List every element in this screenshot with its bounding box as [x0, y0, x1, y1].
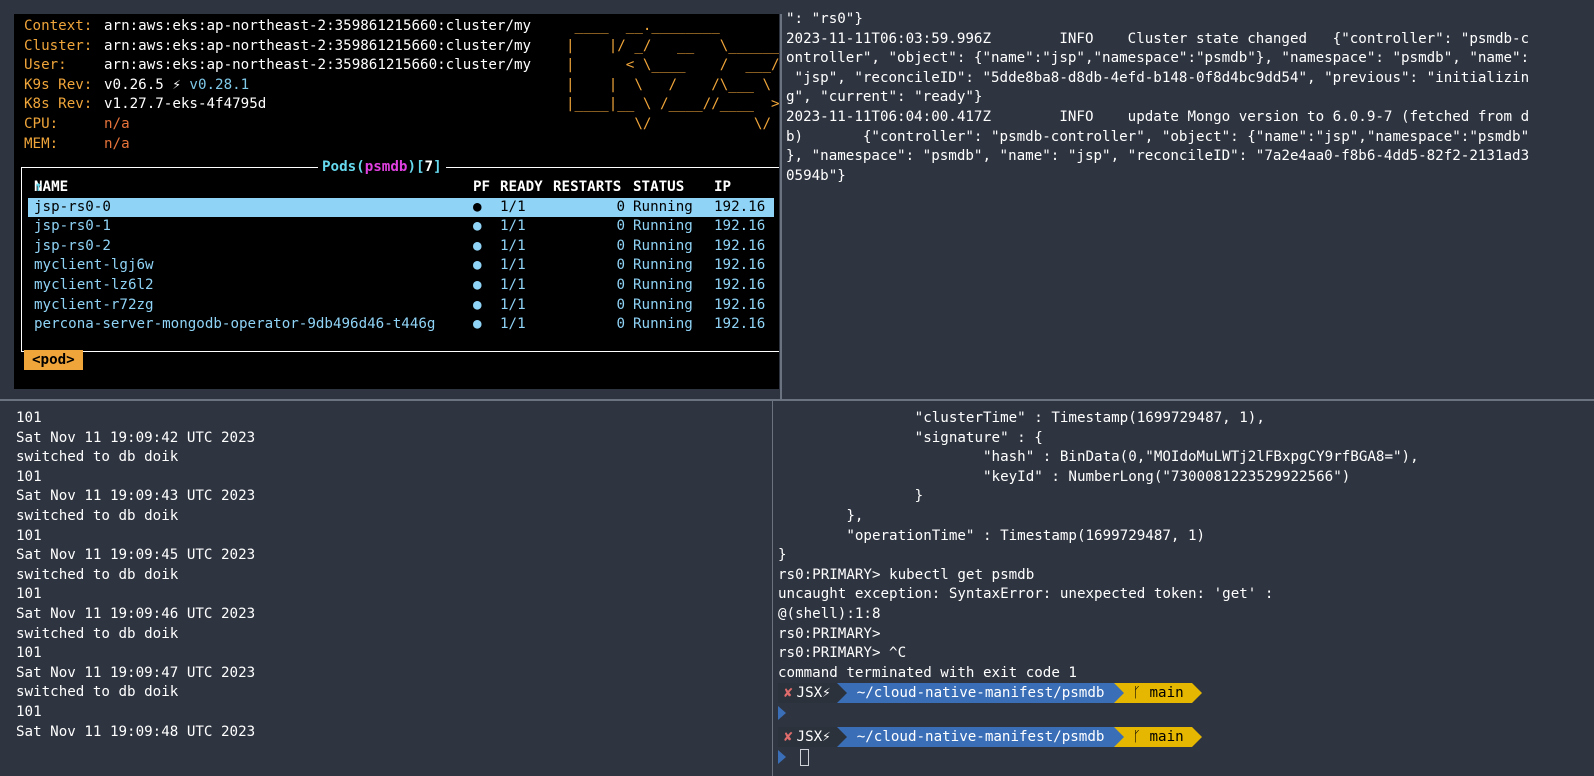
output-line: @(shell):1:8 [778, 605, 881, 622]
output-line: 101 [16, 586, 42, 603]
col-status-header[interactable]: STATUS [633, 178, 684, 198]
output-line: Sat Nov 11 19:09:46 UTC 2023 [16, 605, 256, 622]
git-branch-icon: ᚴ [1132, 685, 1141, 702]
output-line: switched to db doik [16, 449, 179, 466]
table-row[interactable]: myclient-r72zg ● 1/1 0 Running 192.16 [28, 296, 774, 316]
error-status-icon: ✘ [778, 683, 797, 704]
log-line: 2023-11-11T06:04:00.417Z INFO update Mon… [786, 108, 1530, 125]
col-restarts-header[interactable]: RESTARTS [553, 178, 625, 198]
col-ip-header[interactable]: IP [714, 178, 731, 198]
prompt-user: JSX⚡ [796, 727, 837, 748]
shell-prompt: ✘ JSX⚡ ~/cloud-native-manifest/psmdb ᚴ m… [778, 727, 1578, 748]
prompt-git-branch: ᚴ main [1124, 727, 1192, 748]
context-row: Context: arn:aws:eks:ap-northeast-2:35986… [24, 18, 532, 34]
prompt-user: JSX⚡ [796, 683, 837, 704]
prompt-continuation [778, 703, 1578, 723]
sort-asc-icon: ↑ [34, 179, 43, 195]
output-line: "hash" : BinData(0,"MOIdoMuLWTj2lFBxpgCY… [778, 449, 1419, 466]
powerline-separator-icon [1191, 683, 1202, 704]
table-row[interactable]: jsp-rs0-2 ● 1/1 0 Running 192.16 [28, 237, 774, 257]
output-line: rs0:PRIMARY> [778, 625, 881, 642]
output-line: switched to db doik [16, 684, 179, 701]
output-line: rs0:PRIMARY> kubectl get psmdb [778, 566, 1035, 583]
k9s-logo: ____ __.________ | |/ _/ __ \______ | < … [566, 18, 779, 132]
output-line: Sat Nov 11 19:09:47 UTC 2023 [16, 664, 256, 681]
table-row[interactable]: percona-server-mongodb-operator-9db496d4… [28, 315, 774, 335]
k9s-pane[interactable]: Context: arn:aws:eks:ap-northeast-2:35986… [14, 14, 779, 389]
pane-divider-vertical-bottom[interactable] [772, 401, 773, 776]
cluster-row: Cluster: arn:aws:eks:ap-northeast-2:35986… [24, 37, 532, 54]
powerline-separator-icon [836, 683, 847, 704]
log-line: 0594b"} [786, 167, 846, 184]
k9s-header: Context: arn:aws:eks:ap-northeast-2:35986… [24, 17, 531, 154]
shell-prompt: ✘ JSX⚡ ~/cloud-native-manifest/psmdb ᚴ m… [778, 683, 1578, 704]
log-line: ontroller", "object": {"name":"jsp","nam… [786, 50, 1530, 67]
output-line: switched to db doik [16, 566, 179, 583]
output-line: }, [778, 507, 864, 524]
log-line: g", "current": "ready"} [786, 89, 983, 106]
output-line: "keyId" : NumberLong("730008122352992256… [778, 468, 1351, 485]
output-line: Sat Nov 11 19:09:42 UTC 2023 [16, 429, 256, 446]
output-line: Sat Nov 11 19:09:43 UTC 2023 [16, 488, 256, 505]
output-line: "signature" : { [778, 429, 1043, 446]
cpu-row: CPU: n/a [24, 115, 130, 132]
output-line: "clusterTime" : Timestamp(1699729487, 1)… [778, 410, 1265, 426]
k8s-rev-row: K8s Rev: v1.27.7-eks-4f4795d [24, 96, 267, 113]
prompt-input-line[interactable] [778, 747, 1578, 767]
log-line: "jsp", "reconcileID": "5dde8ba8-d8db-4ef… [786, 69, 1530, 86]
table-row[interactable]: myclient-lgj6w ● 1/1 0 Running 192.16 [28, 256, 774, 276]
log-line: 2023-11-11T06:03:59.996Z INFO Cluster st… [786, 30, 1530, 47]
prompt-path: ~/cloud-native-manifest/psmdb [846, 727, 1115, 748]
prompt-arrow-icon [778, 750, 786, 765]
powerline-separator-icon [1191, 727, 1202, 748]
powerline-separator-icon [1114, 683, 1125, 704]
breadcrumb[interactable]: <pod> [24, 350, 83, 370]
output-line: command terminated with exit code 1 [778, 664, 1077, 681]
output-line: 101 [16, 645, 42, 662]
log-line: }, "namespace": "psmdb", "name": "jsp", … [786, 148, 1530, 165]
output-line: 101 [16, 527, 42, 544]
terminal-cursor[interactable] [800, 748, 809, 766]
output-line: Sat Nov 11 19:09:45 UTC 2023 [16, 547, 256, 564]
col-pf-header[interactable]: PF [473, 178, 490, 198]
output-line: uncaught exception: SyntaxError: unexpec… [778, 586, 1274, 603]
prompt-path: ~/cloud-native-manifest/psmdb [846, 683, 1115, 704]
output-line: 101 [16, 410, 42, 426]
col-ready-header[interactable]: READY [500, 178, 543, 198]
output-line: 101 [16, 703, 42, 720]
operator-log-pane[interactable]: ": "rs0"} 2023-11-11T06:03:59.996Z INFO … [786, 10, 1566, 395]
git-branch-icon: ᚴ [1132, 729, 1141, 746]
output-line: "operationTime" : Timestamp(1699729487, … [778, 527, 1206, 544]
prompt-git-branch: ᚴ main [1124, 683, 1192, 704]
output-line: } [778, 488, 924, 505]
output-line: rs0:PRIMARY> ^C [778, 645, 907, 662]
log-line: b) {"controller": "psmdb-controller", "o… [786, 128, 1530, 145]
powerline-separator-icon [1114, 727, 1125, 748]
error-status-icon: ✘ [778, 727, 797, 748]
table-row[interactable]: myclient-lz6l2 ● 1/1 0 Running 192.16 [28, 276, 774, 296]
output-line: 101 [16, 468, 42, 485]
user-row: User: arn:aws:eks:ap-northeast-2:35986121… [24, 57, 532, 74]
watch-output-pane[interactable]: 101 Sat Nov 11 19:09:42 UTC 2023 switche… [16, 409, 766, 776]
output-line: switched to db doik [16, 625, 179, 642]
table-row[interactable]: jsp-rs0-1 ● 1/1 0 Running 192.16 [28, 217, 774, 237]
output-line: Sat Nov 11 19:09:48 UTC 2023 [16, 723, 256, 740]
pane-divider-vertical-top[interactable] [780, 14, 782, 399]
output-line: switched to db doik [16, 507, 179, 524]
k9s-rev-row: K9s Rev: v0.26.5 ⚡ v0.28.1 [24, 76, 250, 93]
pane-divider-horizontal[interactable] [0, 399, 1594, 401]
pods-table[interactable]: Pods(psmdb)[7] NAME ↑ PF READY RESTARTS S… [21, 157, 779, 352]
pods-title: Pods(psmdb)[7] [318, 157, 446, 177]
table-header: NAME ↑ PF READY RESTARTS STATUS IP [28, 178, 774, 198]
powerline-separator-icon [836, 727, 847, 748]
mongo-shell-pane[interactable]: "clusterTime" : Timestamp(1699729487, 1)… [778, 409, 1578, 776]
mem-row: MEM: n/a [24, 135, 130, 152]
output-line: } [778, 547, 787, 564]
log-line: ": "rs0"} [786, 11, 863, 27]
prompt-arrow-icon [778, 706, 786, 721]
table-row[interactable]: jsp-rs0-0 ● 1/1 0 Running 192.16 [28, 197, 774, 218]
